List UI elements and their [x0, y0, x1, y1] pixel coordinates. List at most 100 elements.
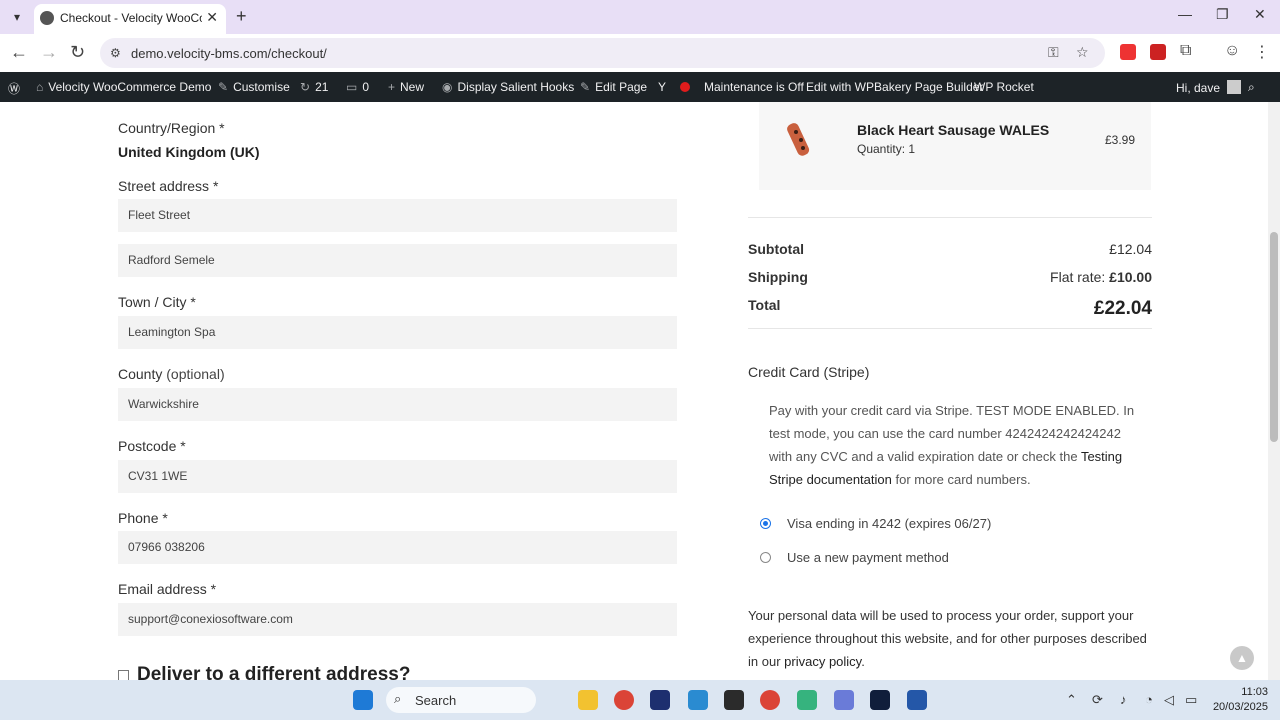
new-tab-icon[interactable]: +	[236, 6, 247, 27]
forward-icon[interactable]: →	[40, 42, 58, 63]
chrome-icon[interactable]	[614, 690, 634, 710]
order-item: Black Heart Sausage WALES Quantity: 1 £3…	[759, 102, 1151, 190]
tab-search-menu-icon[interactable]: ▾	[8, 8, 26, 26]
wp-maintenance[interactable]: Maintenance is Off	[704, 80, 804, 94]
shipping-method: Flat rate:	[1050, 269, 1106, 285]
chevron-up-icon[interactable]: ⌃	[1066, 692, 1077, 708]
address-bar[interactable]: ⚙ demo.velocity-bms.com/checkout/ ⚿ ☆	[100, 38, 1105, 68]
divider	[748, 328, 1152, 329]
extension-icon[interactable]	[1150, 44, 1166, 60]
vscode-icon[interactable]	[688, 690, 708, 710]
restore-icon[interactable]: ❐	[1216, 6, 1229, 23]
app-icon[interactable]	[907, 690, 927, 710]
new-payment-option[interactable]: Use a new payment method	[760, 550, 949, 565]
wp-new[interactable]: + New	[388, 80, 424, 94]
app-icon[interactable]	[724, 690, 744, 710]
taskbar-clock[interactable]: 11:03 20/03/2025	[1213, 685, 1268, 715]
brush-icon: ✎	[218, 80, 229, 94]
bookmark-star-icon[interactable]: ☆	[1076, 44, 1089, 61]
wp-customise[interactable]: ✎ Customise	[218, 80, 290, 94]
url-text[interactable]: demo.velocity-bms.com/checkout/	[131, 46, 327, 61]
street-address-line1[interactable]: Fleet Street	[118, 199, 677, 232]
email-field[interactable]: support@conexiosoftware.com	[118, 603, 677, 636]
country-value: United Kingdom (UK)	[118, 144, 260, 160]
app-icon[interactable]	[650, 690, 670, 710]
wp-account[interactable]: Hi, dave	[1176, 80, 1242, 95]
deliver-different-address[interactable]: Deliver to a different address?	[118, 664, 410, 680]
privacy-notice: Your personal data will be used to proce…	[748, 604, 1158, 673]
yoast-icon[interactable]: Y	[658, 80, 666, 94]
chrome-active-icon[interactable]	[760, 690, 780, 710]
back-icon[interactable]: ←	[10, 42, 28, 63]
wp-hooks-label: Display Salient Hooks	[457, 80, 575, 94]
avatar	[1227, 80, 1242, 94]
extension-icon[interactable]	[1120, 44, 1136, 60]
wp-site-name[interactable]: ⌂ Velocity WooCommerce Demo	[36, 80, 211, 94]
app-icon[interactable]	[834, 690, 854, 710]
comment-icon: ▭	[346, 80, 358, 94]
postcode-label: Postcode *	[118, 438, 186, 454]
wp-wpbakery[interactable]: Edit with WPBakery Page Builder	[806, 80, 983, 94]
home-icon: ⌂	[36, 80, 44, 94]
clock-time: 11:03	[1241, 686, 1268, 698]
product-name: Black Heart Sausage WALES	[857, 122, 1050, 138]
updates-icon: ↻	[300, 80, 311, 94]
tray-app-icon[interactable]: ⟳	[1092, 692, 1103, 708]
saved-card-label: Visa ending in 4242 (expires 06/27)	[787, 516, 992, 531]
browser-tab-active[interactable]: Checkout - Velocity WooComm ✕	[34, 4, 226, 34]
wp-comments[interactable]: ▭ 0	[346, 80, 369, 94]
close-window-icon[interactable]: ✕	[1254, 6, 1266, 23]
reload-icon[interactable]: ↻	[70, 42, 85, 63]
postcode-field[interactable]: CV31 1WE	[118, 460, 677, 493]
search-icon[interactable]: ⌕	[1248, 80, 1255, 95]
app-icon[interactable]	[870, 690, 890, 710]
browser-menu-icon[interactable]: ⋮	[1254, 42, 1270, 62]
privacy-policy-link[interactable]: privacy policy	[784, 654, 861, 669]
windows-start-icon[interactable]	[353, 690, 373, 710]
saved-card-option[interactable]: Visa ending in 4242 (expires 06/27)	[760, 516, 991, 531]
wp-comments-count: 0	[362, 80, 370, 94]
slack-icon[interactable]	[797, 690, 817, 710]
taskbar-search-label: Search	[415, 693, 457, 708]
page-scrollbar[interactable]	[1268, 102, 1280, 680]
volume-icon[interactable]: ◁	[1164, 692, 1174, 708]
wp-salient-hooks[interactable]: ◉ Display Salient Hooks	[442, 80, 574, 94]
plus-icon: +	[388, 80, 396, 94]
subtotal-label: Subtotal	[748, 241, 804, 257]
new-payment-radio[interactable]	[760, 552, 771, 563]
profile-icon[interactable]: ☺	[1224, 42, 1240, 60]
wifi-icon[interactable]: ◔	[1145, 692, 1153, 707]
wp-edit-page[interactable]: ✎ Edit Page	[580, 80, 647, 94]
city-label: Town / City *	[118, 294, 196, 310]
shipping-label: Shipping	[748, 269, 808, 285]
scroll-to-top-icon[interactable]: ▲	[1230, 646, 1254, 670]
extensions-puzzle-icon[interactable]: ⧉	[1180, 42, 1191, 60]
browser-tab-strip: ▾ Checkout - Velocity WooComm ✕ + — ❐ ✕	[0, 0, 1280, 34]
minimize-icon[interactable]: —	[1178, 6, 1192, 22]
deliver-different-checkbox[interactable]	[118, 670, 129, 680]
search-icon: ⌕	[394, 691, 402, 706]
scrollbar-thumb[interactable]	[1270, 232, 1278, 442]
payment-description-text: Pay with your credit card via Stripe. TE…	[769, 403, 1135, 464]
microphone-icon[interactable]: ♪	[1120, 692, 1127, 707]
wp-rocket[interactable]: WP Rocket	[974, 80, 1034, 94]
site-info-icon[interactable]: ⚙	[110, 46, 121, 60]
taskbar-search[interactable]: ⌕ Search	[386, 687, 536, 713]
wordpress-logo-icon[interactable]: Ⓦ	[8, 80, 20, 97]
email-label: Email address *	[118, 581, 217, 597]
wp-updates[interactable]: ↻ 21	[300, 80, 328, 94]
windows-taskbar: ⌕ Search ⌃ ⟳ ♪ ◔ ◁ ▭ 11:03 20/03/2025	[0, 680, 1280, 720]
file-explorer-icon[interactable]	[578, 690, 598, 710]
password-key-icon[interactable]: ⚿	[1048, 44, 1059, 61]
wp-site-name-label: Velocity WooCommerce Demo	[48, 80, 212, 94]
checkout-page: Country/Region * United Kingdom (UK) Str…	[0, 102, 1268, 680]
saved-card-radio[interactable]	[760, 518, 771, 529]
close-tab-icon[interactable]: ✕	[206, 9, 218, 26]
county-field[interactable]: Warwickshire	[118, 388, 677, 421]
battery-icon[interactable]: ▭	[1185, 692, 1197, 708]
payment-method-title: Credit Card (Stripe)	[748, 364, 870, 380]
city-field[interactable]: Leamington Spa	[118, 316, 677, 349]
street-address-line2[interactable]: Radford Semele	[118, 244, 677, 277]
total-label: Total	[748, 297, 781, 313]
phone-field[interactable]: 07966 038206	[118, 531, 677, 564]
